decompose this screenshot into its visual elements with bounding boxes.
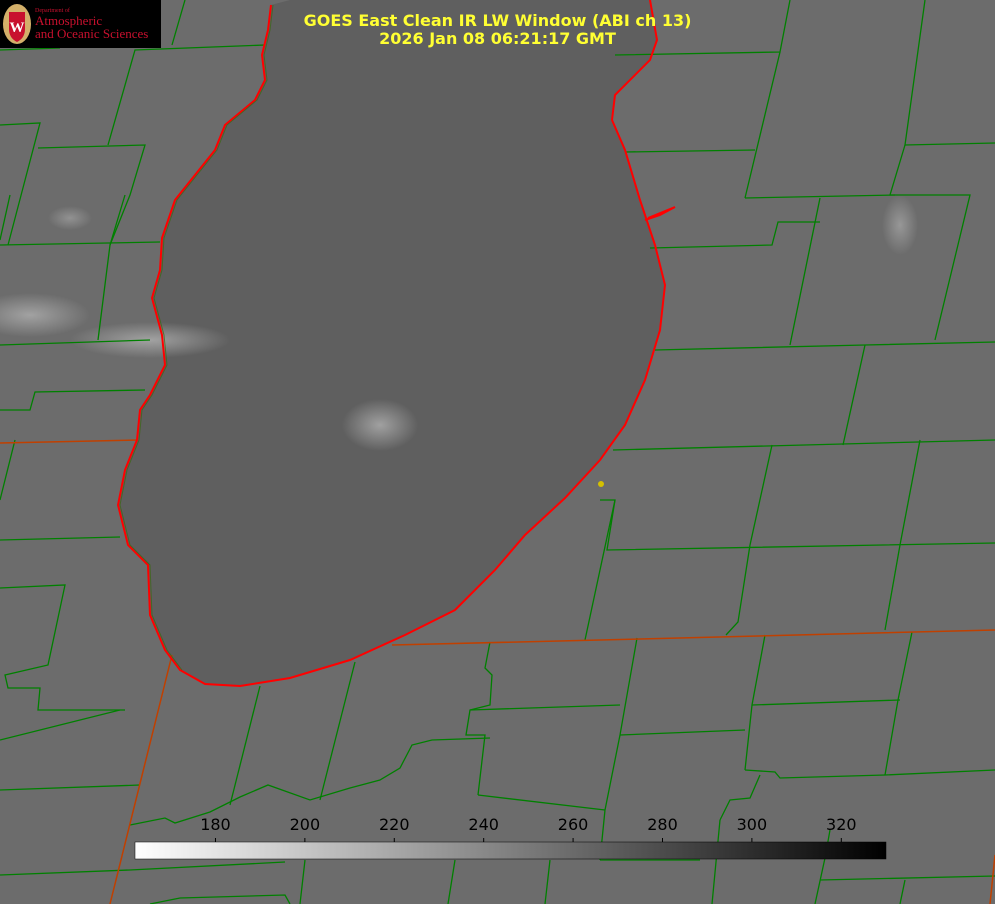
cloud-patch (48, 206, 92, 230)
colorbar-tick-label: 280 (647, 815, 678, 834)
colorbar-tick-label: 240 (468, 815, 499, 834)
colorbar-tick-label: 320 (826, 815, 857, 834)
cloud-patch (342, 399, 418, 451)
city-marker[interactable] (598, 481, 604, 487)
map-title: GOES East Clean IR LW Window (ABI ch 13)… (0, 12, 995, 48)
colorbar-tick-label: 260 (558, 815, 589, 834)
title-timestamp: 2026 Jan 08 06:21:17 GMT (379, 29, 616, 48)
title-line1: GOES East Clean IR LW Window (ABI ch 13) (303, 11, 692, 30)
satellite-map-view[interactable]: 180 200 220 240 260 280 300 320 W Department of… (0, 0, 995, 904)
cloud-patch (882, 195, 918, 255)
colorbar-tick-label: 180 (200, 815, 231, 834)
colorbar-tick-label: 200 (290, 815, 321, 834)
map-canvas[interactable]: 180 200 220 240 260 280 300 320 (0, 0, 995, 904)
colorbar-gradient (134, 841, 887, 860)
colorbar-tick-label: 300 (737, 815, 768, 834)
colorbar-tick-label: 220 (379, 815, 410, 834)
